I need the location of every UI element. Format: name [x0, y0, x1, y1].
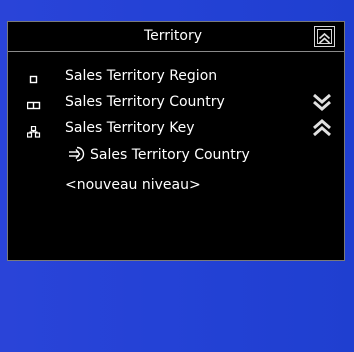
hierarchy-panel: Territory Sales Territory Region Sales T…: [7, 21, 345, 261]
collapse-icon: [317, 29, 332, 44]
level-item-sales-territory-country[interactable]: Sales Territory Country: [8, 90, 344, 114]
level-label: Sales Territory Region: [65, 68, 218, 84]
move-up-icon[interactable]: [312, 118, 332, 138]
collapse-button[interactable]: [314, 26, 335, 47]
level-label: Sales Territory Key: [65, 120, 195, 136]
new-level-item[interactable]: <nouveau niveau>: [8, 173, 344, 197]
attribute-arrow-icon: [68, 146, 86, 162]
hierarchy-header: Territory: [8, 22, 344, 52]
level-small-icon: [27, 70, 41, 84]
hierarchy-title: Territory: [143, 28, 203, 44]
attribute-item-sales-territory-country[interactable]: Sales Territory Country: [8, 143, 344, 167]
attribute-label: Sales Territory Country: [90, 147, 250, 163]
level-item-sales-territory-region[interactable]: Sales Territory Region: [8, 64, 344, 88]
level-tree-icon: [26, 122, 41, 138]
new-level-label: <nouveau niveau>: [65, 177, 201, 193]
level-label: Sales Territory Country: [65, 94, 225, 110]
level-item-sales-territory-key[interactable]: Sales Territory Key: [8, 116, 344, 140]
level-medium-icon: [26, 96, 41, 110]
move-down-icon[interactable]: [312, 92, 332, 112]
